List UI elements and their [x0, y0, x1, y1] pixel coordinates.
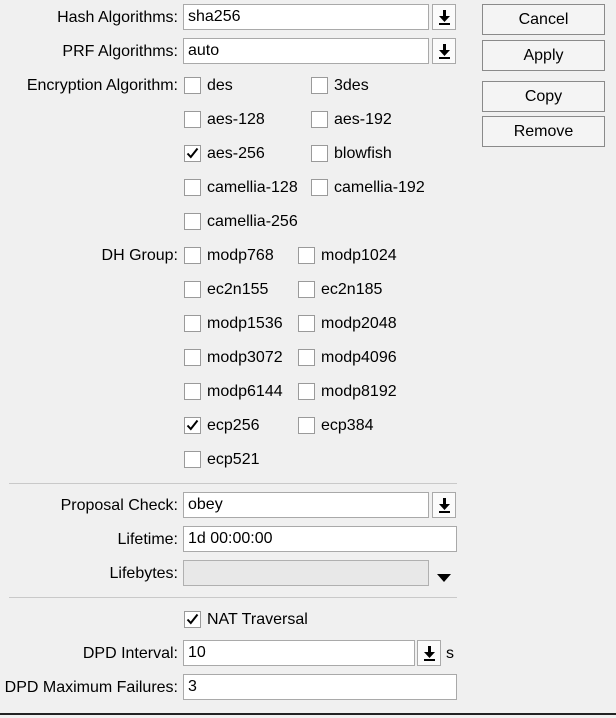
- checkbox-label-camellia-256: camellia-256: [207, 213, 298, 230]
- dropdown-arrow-icon: [439, 10, 450, 25]
- separator: [9, 597, 457, 598]
- hash-algorithms-dropdown-button[interactable]: [432, 4, 456, 30]
- window-bottom-border: [0, 713, 616, 715]
- checkbox-camellia-128[interactable]: [184, 179, 201, 196]
- dh-group-label: DH Group:: [101, 247, 178, 264]
- checkbox-label-ec2n185: ec2n185: [321, 281, 383, 298]
- lifebytes-expand-arrow-icon[interactable]: [437, 569, 451, 582]
- copy-button[interactable]: Copy: [482, 81, 605, 112]
- dpd-interval-label: DPD Interval:: [82, 645, 178, 662]
- checkbox-camellia-256[interactable]: [184, 213, 201, 230]
- checkbox-label-blowfish: blowfish: [334, 145, 392, 162]
- checkbox-label-ec2n155: ec2n155: [207, 281, 269, 298]
- hash-algorithms-select[interactable]: sha256: [183, 4, 429, 30]
- checkbox-modp8192[interactable]: [298, 383, 315, 400]
- checkbox-ecp521[interactable]: [184, 451, 201, 468]
- checkbox-aes-192[interactable]: [311, 111, 328, 128]
- checkbox-ec2n155[interactable]: [184, 281, 201, 298]
- nat-traversal-label: NAT Traversal: [207, 611, 308, 628]
- checkbox-modp3072[interactable]: [184, 349, 201, 366]
- dpd-interval-input[interactable]: 10: [183, 640, 415, 666]
- dropdown-arrow-icon: [424, 646, 435, 661]
- checkbox-label-aes-192: aes-192: [334, 111, 392, 128]
- checkbox-label-ecp256: ecp256: [207, 417, 260, 434]
- checkbox-modp2048[interactable]: [298, 315, 315, 332]
- checkbox-label-des: des: [207, 77, 233, 94]
- hash-algorithms-label: Hash Algorithms:: [57, 9, 178, 26]
- proposal-check-label: Proposal Check:: [60, 497, 178, 514]
- checkbox-label-modp6144: modp6144: [207, 383, 283, 400]
- separator: [9, 483, 457, 484]
- checkbox-label-modp1536: modp1536: [207, 315, 283, 332]
- checkbox-label-3des: 3des: [334, 77, 369, 94]
- checkbox-camellia-192[interactable]: [311, 179, 328, 196]
- checkmark-icon: [186, 419, 199, 431]
- checkbox-label-modp4096: modp4096: [321, 349, 397, 366]
- checkbox-aes-128[interactable]: [184, 111, 201, 128]
- prf-algorithms-dropdown-button[interactable]: [432, 38, 456, 64]
- checkmark-icon: [186, 147, 199, 159]
- proposal-check-dropdown-button[interactable]: [432, 492, 456, 518]
- checkbox-label-camellia-192: camellia-192: [334, 179, 425, 196]
- checkbox-ecp256[interactable]: [184, 417, 201, 434]
- prf-algorithms-select[interactable]: auto: [183, 38, 429, 64]
- checkbox-label-aes-256: aes-256: [207, 145, 265, 162]
- checkbox-label-modp8192: modp8192: [321, 383, 397, 400]
- encryption-algorithm-label: Encryption Algorithm:: [26, 77, 178, 94]
- checkbox-modp768[interactable]: [184, 247, 201, 264]
- remove-button[interactable]: Remove: [482, 116, 605, 147]
- cancel-button[interactable]: Cancel: [482, 4, 605, 35]
- dropdown-arrow-icon: [439, 498, 450, 513]
- checkbox-blowfish[interactable]: [311, 145, 328, 162]
- lifetime-input[interactable]: 1d 00:00:00: [183, 526, 457, 552]
- apply-button[interactable]: Apply: [482, 40, 605, 71]
- checkbox-label-modp3072: modp3072: [207, 349, 283, 366]
- checkbox-label-modp1024: modp1024: [321, 247, 397, 264]
- checkbox-label-ecp384: ecp384: [321, 417, 374, 434]
- checkbox-label-modp768: modp768: [207, 247, 274, 264]
- checkbox-label-camellia-128: camellia-128: [207, 179, 298, 196]
- checkbox-des[interactable]: [184, 77, 201, 94]
- prf-algorithms-label: PRF Algorithms:: [62, 43, 178, 60]
- checkbox-label-ecp521: ecp521: [207, 451, 260, 468]
- checkbox-ecp384[interactable]: [298, 417, 315, 434]
- proposal-check-select[interactable]: obey: [183, 492, 429, 518]
- dpd-max-failures-input[interactable]: 3: [183, 674, 457, 700]
- lifetime-label: Lifetime:: [117, 531, 178, 548]
- lifebytes-label: Lifebytes:: [109, 565, 178, 582]
- checkbox-modp6144[interactable]: [184, 383, 201, 400]
- checkbox-modp1024[interactable]: [298, 247, 315, 264]
- checkbox-label-modp2048: modp2048: [321, 315, 397, 332]
- checkmark-icon: [186, 613, 199, 625]
- checkbox-3des[interactable]: [311, 77, 328, 94]
- nat-traversal-checkbox[interactable]: [184, 611, 201, 628]
- lifebytes-input[interactable]: [183, 560, 429, 586]
- checkbox-aes-256[interactable]: [184, 145, 201, 162]
- checkbox-label-aes-128: aes-128: [207, 111, 265, 128]
- dpd-interval-unit: s: [446, 645, 454, 662]
- dpd-max-failures-label: DPD Maximum Failures:: [4, 679, 178, 696]
- checkbox-modp1536[interactable]: [184, 315, 201, 332]
- checkbox-modp4096[interactable]: [298, 349, 315, 366]
- dropdown-arrow-icon: [439, 44, 450, 59]
- checkbox-ec2n185[interactable]: [298, 281, 315, 298]
- dpd-interval-dropdown-button[interactable]: [417, 640, 441, 666]
